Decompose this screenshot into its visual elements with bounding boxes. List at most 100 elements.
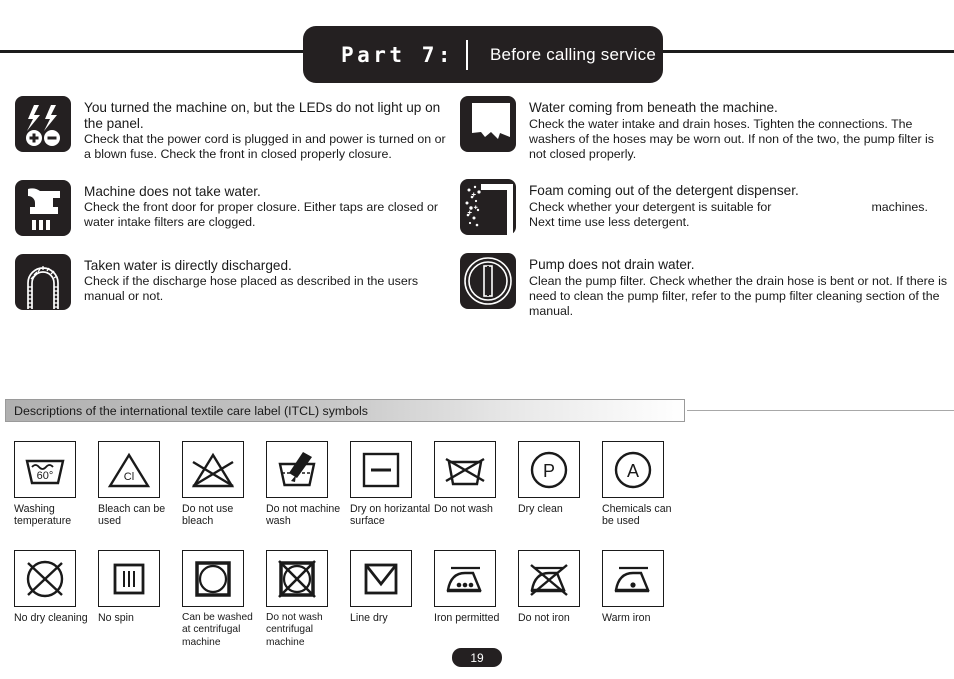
- water-leak-icon: [459, 95, 517, 153]
- itcl-symbol-row-1: 60° Washing temperature Cl Bleach can be…: [14, 441, 686, 528]
- troubleshooting-heading: Machine does not take water.: [84, 183, 261, 199]
- troubleshooting-heading: You turned the machine on, but the LEDs …: [84, 100, 441, 131]
- troubleshooting-text: Water coming from beneath the machine. C…: [529, 95, 949, 162]
- chemicals-letter-text: A: [627, 461, 639, 481]
- itcl-section-bar: Descriptions of the international textil…: [5, 399, 685, 422]
- itcl-symbol-cell: Do not wash: [434, 441, 518, 528]
- part-divider: [466, 39, 469, 70]
- pump-filter-icon: [459, 252, 517, 310]
- discharge-hose-icon: [14, 253, 72, 311]
- itcl-symbol-caption: Can be washed at centrifugal machine: [182, 612, 253, 648]
- do-not-wash-icon: [434, 441, 496, 498]
- dry-clean-letter-text: P: [543, 461, 555, 481]
- page-number-badge: 19: [452, 648, 502, 667]
- iron-permitted-icon: [434, 550, 496, 607]
- itcl-symbol-cell: P Dry clean: [518, 441, 602, 528]
- troubleshooting-heading: Foam coming out of the detergent dispens…: [529, 183, 799, 199]
- itcl-symbol-cell: Do not machine wash: [266, 441, 350, 528]
- troubleshooting-item: Foam coming out of the detergent dispens…: [459, 178, 949, 236]
- bleach-letter-text: Cl: [124, 471, 134, 483]
- page-root: Part 7: Before calling service You turne: [0, 0, 954, 679]
- troubleshooting-item: Taken water is directly discharged. Chec…: [14, 253, 454, 311]
- bleach-triangle-icon: Cl: [98, 441, 160, 498]
- chemicals-allowed-icon: A: [602, 441, 664, 498]
- itcl-bar-title: Descriptions of the international textil…: [14, 403, 368, 418]
- foam-dispenser-icon: [459, 178, 517, 236]
- itcl-symbol-cell: No dry cleaning: [14, 550, 98, 649]
- power-led-icon: [14, 95, 72, 153]
- troubleshooting-body: Check that the power cord is plugged in …: [84, 132, 446, 162]
- header-rule-right: [660, 50, 954, 53]
- troubleshooting-item: Machine does not take water. Check the f…: [14, 179, 454, 237]
- itcl-symbol-caption: Bleach can be used: [98, 503, 166, 528]
- itcl-symbol-cell: Can be washed at centrifugal machine: [182, 550, 266, 649]
- itcl-symbol-cell: Dry on horizantal surface: [350, 441, 434, 528]
- part-label: Part 7:: [341, 42, 455, 67]
- itcl-symbol-cell: Do not iron: [518, 550, 602, 649]
- hand-wash-icon: [266, 441, 328, 498]
- dry-flat-icon: [350, 441, 412, 498]
- itcl-symbol-cell: Do not use bleach: [182, 441, 266, 528]
- warm-iron-icon: [602, 550, 664, 607]
- troubleshooting-column-left: You turned the machine on, but the LEDs …: [14, 95, 454, 327]
- troubleshooting-text: Taken water is directly discharged. Chec…: [84, 253, 454, 311]
- foam-body-part2: machines.: [871, 199, 928, 214]
- line-dry-icon: [350, 550, 412, 607]
- troubleshooting-heading: Taken water is directly discharged.: [84, 257, 292, 273]
- troubleshooting-heading: Pump does not drain water.: [529, 257, 695, 273]
- itcl-symbol-caption: Warm iron: [602, 612, 651, 624]
- dry-clean-icon: P: [518, 441, 580, 498]
- itcl-symbol-cell: Cl Bleach can be used: [98, 441, 182, 528]
- itcl-symbol-cell: Do not wash centrifugal machine: [266, 550, 350, 649]
- troubleshooting-body: Check whether your detergent is suitable…: [529, 200, 928, 230]
- troubleshooting-item: Water coming from beneath the machine. C…: [459, 95, 949, 162]
- itcl-symbol-caption: No dry cleaning: [14, 612, 88, 624]
- no-dry-cleaning-icon: [14, 550, 76, 607]
- itcl-symbol-caption: Chemicals can be used: [602, 503, 672, 528]
- tap-water-icon: [14, 179, 72, 237]
- itcl-symbol-caption: Do not use bleach: [182, 503, 234, 528]
- itcl-symbol-cell: 60° Washing temperature: [14, 441, 98, 528]
- troubleshooting-text: Foam coming out of the detergent dispens…: [529, 178, 928, 236]
- itcl-divider-line: [687, 410, 954, 411]
- itcl-symbol-cell: Iron permitted: [434, 550, 518, 649]
- itcl-symbol-caption: Do not machine wash: [266, 503, 341, 528]
- itcl-symbol-cell: A Chemicals can be used: [602, 441, 686, 528]
- troubleshooting-text: Pump does not drain water. Clean the pum…: [529, 252, 949, 319]
- itcl-symbol-cell: Warm iron: [602, 550, 686, 649]
- no-bleach-icon: [182, 441, 244, 498]
- itcl-symbol-caption: Do not wash centrifugal machine: [266, 612, 323, 648]
- no-spin-icon: [98, 550, 160, 607]
- itcl-symbol-caption: Washing temperature: [14, 503, 72, 528]
- foam-body-part3: Next time use less detergent.: [529, 215, 690, 229]
- troubleshooting-heading: Water coming from beneath the machine.: [529, 100, 778, 115]
- troubleshooting-body: Check if the discharge hose placed as de…: [84, 274, 419, 304]
- itcl-symbol-row-2: No dry cleaning No spin Can be washed at…: [14, 550, 686, 649]
- foam-body-part1: Check whether your detergent is suitable…: [529, 199, 772, 214]
- troubleshooting-item: You turned the machine on, but the LEDs …: [14, 95, 454, 163]
- troubleshooting-body: Check the water intake and drain hoses. …: [529, 116, 934, 161]
- itcl-symbol-caption: Do not iron: [518, 612, 570, 624]
- itcl-symbol-caption: Dry clean: [518, 503, 563, 515]
- troubleshooting-text: You turned the machine on, but the LEDs …: [84, 95, 454, 163]
- troubleshooting-item: Pump does not drain water. Clean the pum…: [459, 252, 949, 319]
- itcl-symbol-caption: Iron permitted: [434, 612, 500, 624]
- wash-temperature-text: 60°: [37, 470, 54, 482]
- troubleshooting-body: Clean the pump filter. Check whether the…: [529, 273, 948, 319]
- washtub-temperature-icon: 60°: [14, 441, 76, 498]
- troubleshooting-text: Machine does not take water. Check the f…: [84, 179, 454, 237]
- troubleshooting-body: Check the front door for proper closure.…: [84, 200, 438, 230]
- itcl-symbol-cell: No spin: [98, 550, 182, 649]
- troubleshooting-column-right: Water coming from beneath the machine. C…: [459, 95, 949, 335]
- no-centrifugal-wash-icon: [266, 550, 328, 607]
- part-header-badge: Part 7: Before calling service: [303, 26, 663, 83]
- itcl-symbol-caption: Line dry: [350, 612, 388, 624]
- itcl-symbol-caption: Dry on horizantal surface: [350, 503, 431, 528]
- itcl-symbol-caption: No spin: [98, 612, 134, 624]
- header-rule-left: [0, 50, 330, 53]
- do-not-iron-icon: [518, 550, 580, 607]
- itcl-symbol-cell: Line dry: [350, 550, 434, 649]
- itcl-symbol-caption: Do not wash: [434, 503, 493, 515]
- centrifugal-wash-icon: [182, 550, 244, 607]
- part-title: Before calling service: [490, 44, 656, 64]
